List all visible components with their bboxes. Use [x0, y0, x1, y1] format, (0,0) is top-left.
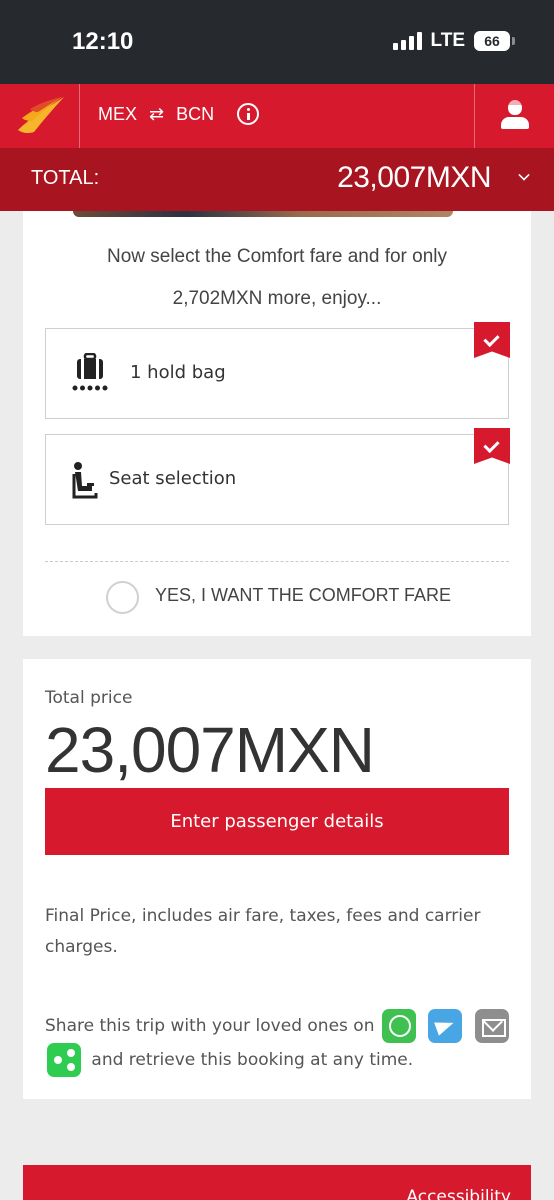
app-header: MEX ⇄ BCN: [0, 84, 554, 148]
total-label: TOTAL:: [31, 167, 100, 189]
total-price-label: Total price: [45, 688, 133, 708]
enter-passenger-details-button[interactable]: Enter passenger details: [45, 788, 509, 855]
accessibility-bar[interactable]: Accessibility: [23, 1165, 531, 1200]
whatsapp-icon[interactable]: [381, 1009, 416, 1043]
battery-icon: 66: [474, 31, 515, 51]
swap-arrows-icon: ⇄: [149, 104, 165, 124]
total-value: 23,007MXN: [337, 161, 491, 194]
route-selector[interactable]: MEX ⇄ BCN: [98, 104, 214, 125]
upsell-line-1: Now select the Comfort fare and for only: [106, 246, 448, 267]
total-price-value: 23,007MXN: [45, 714, 375, 786]
divider: [45, 561, 509, 562]
user-button[interactable]: [474, 84, 554, 148]
share-icon[interactable]: [47, 1043, 81, 1077]
check-icon: [474, 322, 510, 358]
benefit-label-seat-selection: Seat selection: [109, 468, 237, 489]
iberia-logo-icon: [18, 97, 64, 134]
status-indicators: LTE 66: [392, 30, 515, 52]
share-section: Share this trip with your loved ones on …: [45, 1009, 515, 1077]
final-price-note: Final Price, includes air fare, taxes, f…: [45, 906, 481, 957]
check-icon: [474, 428, 510, 464]
total-price-card: Total price 23,007MXN Enter passenger de…: [23, 659, 531, 1099]
total-bar[interactable]: TOTAL: 23,007MXN: [0, 148, 554, 211]
benefit-hold-bag: 1 hold bag: [45, 322, 510, 419]
user-icon-cap: [508, 100, 522, 105]
share-prefix-text: Share this trip with your loved ones on: [45, 1016, 375, 1036]
info-icon[interactable]: [237, 103, 259, 125]
upsell-line-2: 2,702MXN more, enjoy...: [172, 288, 382, 309]
status-bar: 12:10 LTE 66: [0, 0, 554, 84]
comfort-upsell-card: Now select the Comfort fare and for only…: [23, 211, 531, 636]
telegram-icon[interactable]: [428, 1009, 463, 1043]
benefit-label-hold-bag: 1 hold bag: [130, 362, 226, 383]
status-time: 12:10: [72, 28, 134, 55]
user-icon-body: [501, 117, 529, 129]
mail-icon[interactable]: [474, 1009, 509, 1043]
iberia-logo[interactable]: [0, 84, 80, 148]
comfort-fare-radio[interactable]: [106, 581, 139, 614]
share-suffix-text: and retrieve this booking at any time.: [91, 1050, 414, 1070]
destination-code: BCN: [176, 104, 215, 124]
baggage-icon: [72, 353, 108, 391]
chevron-down-icon[interactable]: [518, 169, 530, 181]
origin-code: MEX: [98, 104, 138, 124]
comfort-fare-option-label[interactable]: YES, I WANT THE COMFORT FARE: [155, 585, 451, 606]
seat-icon: [72, 462, 98, 499]
signal-icon: [392, 32, 422, 50]
accessibility-label: Accessibility: [406, 1187, 511, 1200]
promo-image: [73, 211, 453, 217]
network-type: LTE: [430, 30, 465, 51]
benefit-seat-selection: Seat selection: [45, 428, 510, 525]
